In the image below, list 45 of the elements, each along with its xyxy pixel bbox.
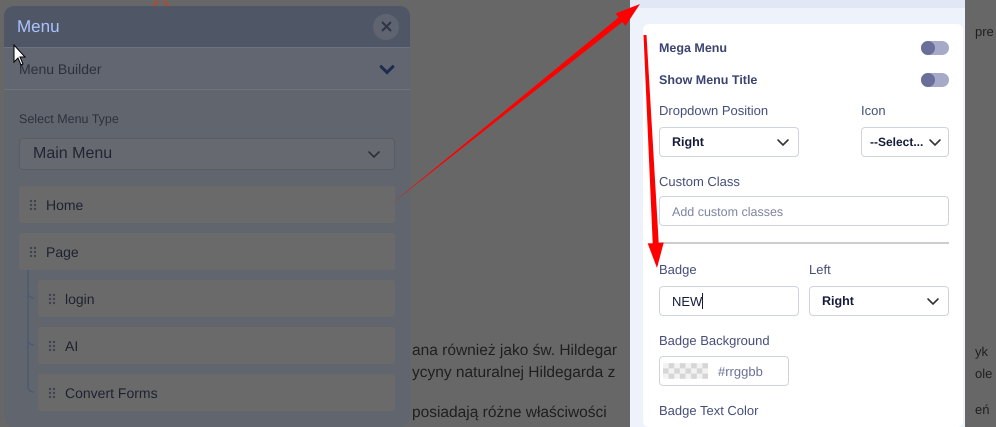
color-field[interactable]: #rrggbb [659,356,789,386]
paragraph-text: yk [975,343,988,361]
drag-handle-icon[interactable] [29,246,37,258]
paragraph-text: posiadają różne właściwości [412,404,607,422]
chevron-icon [776,136,790,148]
paragraph-text: eń [975,401,990,419]
drag-handle-icon[interactable] [48,292,56,304]
close-button[interactable] [373,14,399,40]
drag-handle-icon[interactable] [48,386,56,398]
toggle-label: Show Menu Title [659,72,758,87]
drag-handle-icon[interactable] [48,340,56,352]
menu-type-select[interactable]: Main Menu [19,138,395,170]
paragraph-text: ole [975,365,992,383]
menu-item[interactable]: AI [38,327,395,364]
menu-item[interactable]: Home [19,186,395,223]
field-label: Custom Class [659,174,741,190]
menu-item[interactable]: Convert Forms [38,374,395,411]
chevron-icon [926,295,940,307]
paragraph-text: ycyny naturalnej Hildegarda z [412,364,616,382]
close-icon [380,21,392,32]
chevron-icon [928,136,942,148]
badge-field[interactable]: NEW [659,286,799,316]
logo-icon [150,0,172,8]
toggle-switch[interactable] [921,41,949,56]
field-label: Badge Background [659,333,771,349]
menu-item[interactable]: Page [19,233,395,270]
menu-item[interactable]: login [38,280,395,317]
dropdown-select[interactable]: --Select... [861,127,949,158]
drag-handle-icon[interactable] [29,198,37,210]
paragraph-text: pre [975,23,994,41]
field-label: Left [809,262,832,278]
dropdown-select[interactable]: Right [659,127,799,158]
field-label: Badge Text Color [659,403,760,419]
toggle-label: Mega Menu [659,41,728,56]
toggle-switch[interactable] [921,72,949,87]
field-label: Badge [659,262,698,278]
color-swatch-icon[interactable] [663,362,708,380]
custom-class-field[interactable]: Add custom classes [659,196,949,226]
paragraph-text: ana również jako św. Hildegar [412,342,618,360]
panel-title: Menu [17,16,60,36]
dropdown-select[interactable]: Right [809,286,949,316]
field-label: Icon [861,103,887,120]
chevron-icon [367,148,381,160]
cursor-icon [14,44,26,66]
field-label: Dropdown Position [659,103,770,120]
